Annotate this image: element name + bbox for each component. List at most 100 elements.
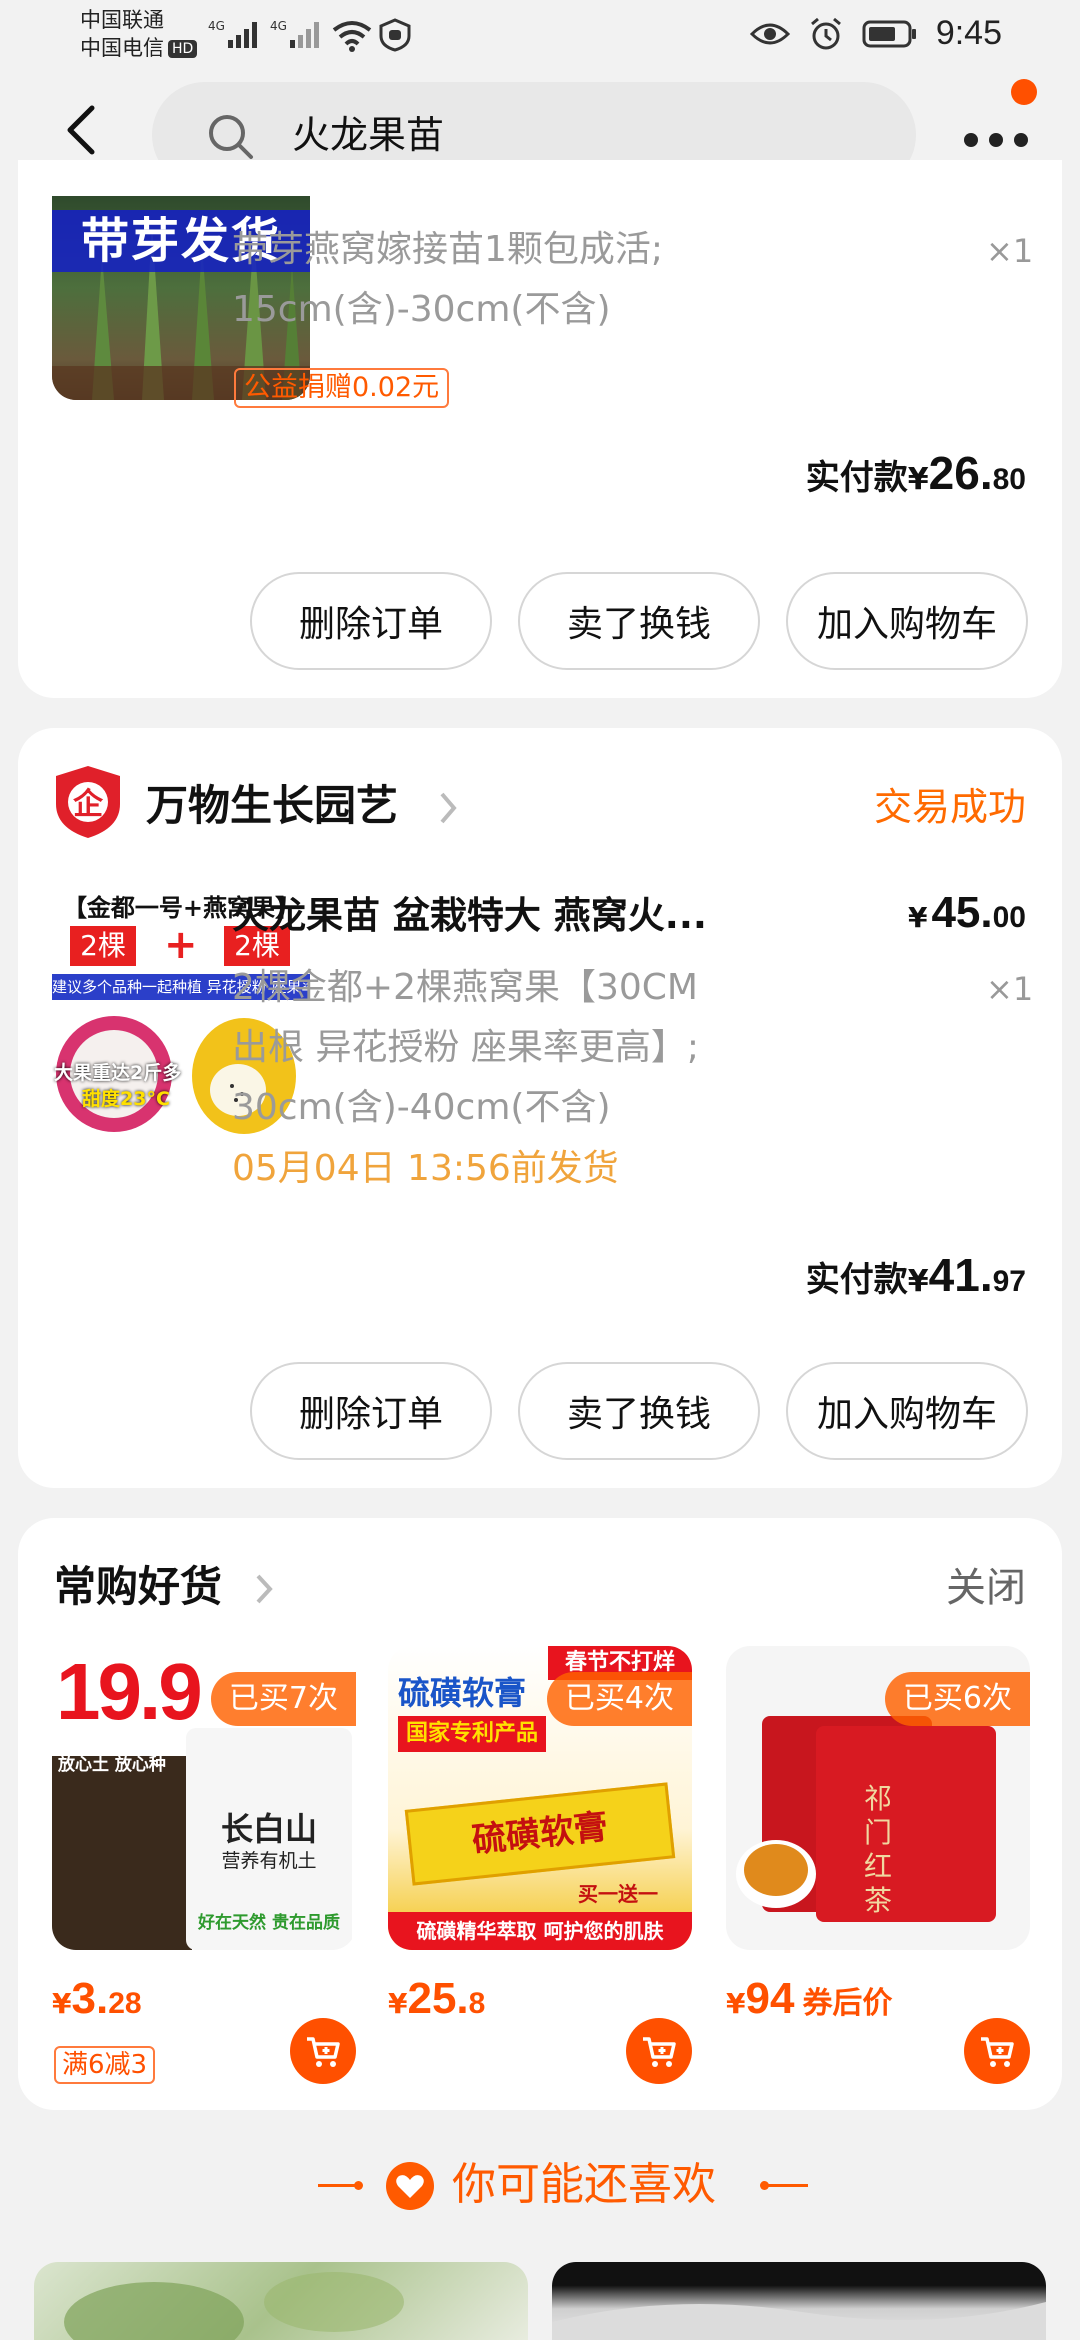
signal-icon-2: 4G (270, 19, 319, 48)
heart-icon (386, 2162, 434, 2210)
add-cart-icon[interactable] (626, 2018, 692, 2084)
img-bogo: 买一送一 (578, 1882, 658, 1906)
recommend-item-1[interactable] (34, 2262, 528, 2340)
paid-label: 实付款 (805, 1260, 908, 1300)
clock: 9:45 (935, 14, 1002, 52)
price-symbol: ¥ (907, 901, 928, 934)
frequent-item-1-price: ¥ 3. 28 (52, 1974, 142, 2024)
status-bar: 中国联通 中国电信 HD 4G 4G 9:45 (0, 0, 1080, 64)
carrier-info: 中国联通 中国电信 HD (80, 6, 198, 62)
product-title[interactable]: 火龙果苗 盆栽特大 燕窝火... (232, 888, 772, 944)
thumb-note-2: 甜度23°C (82, 1088, 170, 1110)
close-button[interactable]: 关闭 (946, 1560, 1026, 1616)
frequent-item-2-price: ¥ 25. 8 (388, 1974, 485, 2024)
price-dec: 8 (468, 1987, 486, 2020)
product-image (552, 2302, 1046, 2340)
notification-dot (1011, 79, 1037, 105)
product-price: ¥ 45. 00 (908, 888, 1026, 938)
more-icon[interactable] (956, 114, 1066, 154)
divider-dot-left (354, 2181, 363, 2190)
promo-tag: 满6减3 (54, 2046, 156, 2084)
order-status: 交易成功 (873, 785, 1026, 829)
paid-dec: 97 (992, 1265, 1026, 1298)
tea-cup-image (736, 1840, 816, 1908)
order-1-spec-line-1: 带芽燕窝嫁接苗1颗包成活; (232, 229, 664, 270)
recommend-title: 你可能还喜欢 (452, 2159, 716, 2210)
order-2-paid: 实付款 ¥ 41. 97 (806, 1248, 1026, 1302)
plant-image (64, 2272, 404, 2340)
img-foot: 好在天然 贵在品质 (198, 1913, 340, 1933)
frequent-item-1-image[interactable]: 19.9 放心土 放心种 长白山 营养有机土 好在天然 贵在品质 已买7次 (52, 1646, 356, 1950)
shield-hand-icon (379, 18, 411, 52)
status-right: 9:45 (749, 14, 1002, 53)
battery-icon (862, 20, 916, 47)
order-2-spec-line-3: 30cm(含)-40cm(不含) (232, 1087, 611, 1128)
order-2-qty: ×1 (986, 970, 1034, 1008)
img-foot: 硫磺精华萃取 呵护您的肌肤 (388, 1912, 692, 1950)
price-dec: 00 (992, 901, 1026, 934)
order-2-spec-line-2: 出根 异花授粉 座果率更高】; (232, 1027, 700, 1068)
chevron-right-icon (256, 1574, 273, 1604)
price-symbol: ¥ (52, 1987, 72, 2020)
order-1-spec: 带芽燕窝嫁接苗1颗包成活; 15cm(含)-30cm(不含) (232, 220, 663, 340)
delete-order-button[interactable]: 删除订单 (250, 572, 492, 670)
chevron-right-icon (440, 792, 457, 824)
paid-int: 26. (928, 447, 993, 499)
recommend-header: 你可能还喜欢 (0, 2150, 1080, 2220)
paid-symbol: ¥ (907, 462, 929, 497)
order-card-1: 带芽发货 带芽燕窝嫁接苗1颗包成活; 15cm(含)-30cm(不含) ×1 公… (18, 160, 1062, 698)
frequent-item-3-price: ¥ 94 券后价 (726, 1974, 892, 2024)
add-cart-icon[interactable] (290, 2018, 356, 2084)
divider-left (318, 2184, 358, 2187)
img-title: 硫磺软膏 (398, 1674, 527, 1712)
img-box: 祁门红茶 (864, 1782, 893, 1917)
carrier-2: 中国电信 (80, 36, 164, 60)
frequent-item-2-image[interactable]: 硫磺软膏 春节不打烊 国家专利产品 硫磺软膏 买一送一 硫磺精华萃取 呵护您的肌… (388, 1646, 692, 1950)
paid-int: 41. (928, 1249, 993, 1301)
bought-badge: 已买6次 (884, 1672, 1030, 1726)
add-to-cart-button[interactable]: 加入购物车 (786, 1362, 1028, 1460)
net-type-2: 4G (270, 19, 287, 33)
thumb-note-1: 大果重达2斤多 (54, 1062, 182, 1084)
bought-badge: 已买4次 (546, 1672, 692, 1726)
resell-button[interactable]: 卖了换钱 (518, 572, 760, 670)
price-int: 45. (931, 888, 993, 937)
frequent-goods-card: 常购好货 关闭 19.9 放心土 放心种 长白山 营养有机土 好在天然 贵在品质… (18, 1518, 1062, 2110)
order-1-paid: 实付款 ¥ 26. 80 (806, 446, 1026, 500)
shop-name[interactable]: 万物生长园艺 (146, 778, 398, 834)
net-type-1: 4G (208, 19, 225, 33)
img-price: 19.9 (56, 1647, 203, 1736)
search-icon (209, 115, 253, 159)
signal-icon: 4G (208, 19, 257, 48)
charity-tag: 公益捐赠0.02元 (234, 368, 450, 408)
tea-box: 祁门红茶 (816, 1726, 996, 1922)
delete-order-button[interactable]: 删除订单 (250, 1362, 492, 1460)
search-input[interactable]: 火龙果苗 (292, 110, 444, 160)
price-int: 3. (71, 1974, 109, 2023)
alarm-icon (810, 17, 841, 49)
order-card-2: 企 万物生长园艺 交易成功 【金都一号+燕窝果】 2棵 + 2棵 建议多个品种一… (18, 728, 1062, 1488)
recommend-item-2[interactable] (552, 2262, 1046, 2340)
price-suffix: 券后价 (802, 1986, 893, 2021)
img-slogan: 放心土 放心种 (58, 1755, 166, 1775)
ship-note: 05月04日 13:56前发货 (232, 1148, 619, 1189)
soil-image (52, 1756, 192, 1950)
soil-bag: 长白山 营养有机土 好在天然 贵在品质 (186, 1728, 352, 1950)
resell-button[interactable]: 卖了换钱 (518, 1362, 760, 1460)
svg-text:企: 企 (73, 787, 104, 822)
order-2-spec: 2棵金都+2棵燕窝果【30CM 出根 异花授粉 座果率更高】; 30cm(含)-… (232, 958, 699, 1138)
thumb-plus: + (164, 922, 198, 968)
frequent-title[interactable]: 常购好货 (54, 1558, 222, 1616)
carrier-1: 中国联通 (80, 8, 164, 32)
order-1-qty: ×1 (986, 232, 1034, 270)
img-brand: 长白山 (220, 1810, 317, 1848)
back-icon[interactable] (60, 104, 104, 156)
img-sub: 营养有机土 (221, 1850, 317, 1872)
add-to-cart-button[interactable]: 加入购物车 (786, 572, 1028, 670)
paid-symbol: ¥ (907, 1264, 929, 1299)
order-1-spec-line-2: 15cm(含)-30cm(不含) (232, 289, 611, 330)
paid-dec: 80 (992, 463, 1026, 496)
add-cart-icon[interactable] (964, 2018, 1030, 2084)
price-int: 25. (407, 1974, 469, 2023)
frequent-item-3-image[interactable]: 祁门红茶 已买6次 (726, 1646, 1030, 1950)
